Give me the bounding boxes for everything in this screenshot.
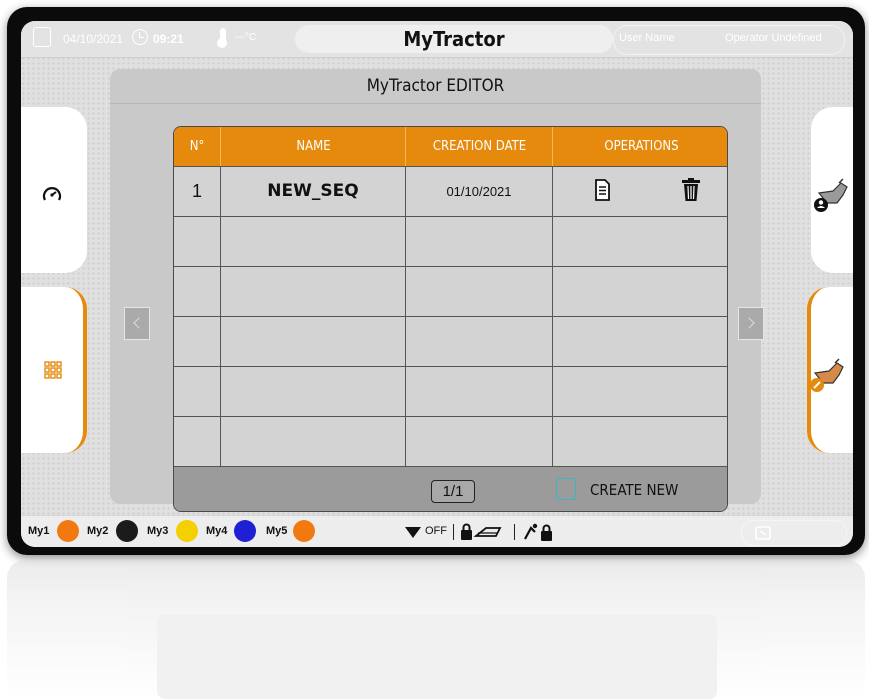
empty-cell (552, 267, 727, 316)
top-bar: 04/10/2021 09:21 ---°C MyTractor User Na… (21, 21, 853, 58)
empty-cell (174, 417, 220, 466)
table-row-empty[interactable] (174, 216, 727, 266)
connector-icon (755, 526, 771, 540)
reflection-panel (157, 614, 717, 699)
grid-icon (44, 361, 62, 379)
table-header: N° NAME CREATION DATE OPERATIONS (174, 127, 727, 166)
my2-label: My2 (87, 525, 109, 537)
empty-cell (552, 317, 727, 366)
page-indicator: 1/1 (431, 480, 475, 503)
speedometer-icon (42, 187, 62, 201)
empty-cell (405, 267, 552, 316)
empty-cell (220, 317, 405, 366)
my1-label: My1 (28, 525, 50, 537)
off-label: OFF (425, 525, 447, 537)
header-creation-date: CREATION DATE (405, 127, 553, 166)
bottom-bar: My1 My2 My3 My4 My5 OFF (21, 515, 853, 547)
tractor-edit-icon (810, 358, 844, 392)
separator (514, 524, 515, 540)
table-footer: 1/1 CREATE NEW (174, 466, 727, 511)
empty-cell (220, 217, 405, 266)
app-title: MyTractor (295, 25, 613, 53)
my4-label: My4 (206, 525, 228, 537)
empty-cell (405, 317, 552, 366)
editor-panel: MyTractor EDITOR N° NAME CREATION DATE O… (110, 69, 764, 512)
device-frame: 04/10/2021 09:21 ---°C MyTractor User Na… (7, 7, 865, 555)
row-number: 1 (191, 181, 202, 201)
empty-cell (552, 367, 727, 416)
row-name: NEW_SEQ (220, 167, 405, 216)
tractor-user-icon (814, 178, 848, 212)
empty-cell (552, 217, 727, 266)
time-label: 09:21 (153, 32, 184, 46)
chevron-right-icon (743, 317, 755, 329)
previous-page-button[interactable] (124, 307, 150, 340)
screen-reflection (7, 560, 865, 699)
table-row-empty[interactable] (174, 316, 727, 366)
create-new-icon[interactable] (556, 478, 576, 500)
status-box (741, 520, 847, 546)
empty-cell (174, 217, 220, 266)
table-row-empty[interactable] (174, 366, 727, 416)
table-row-empty[interactable] (174, 416, 727, 466)
lock-operator-icon (524, 523, 552, 541)
side-tab-grid[interactable] (21, 287, 87, 453)
my3-icon[interactable] (176, 520, 198, 542)
operator-label: Operator Undefined (725, 32, 822, 44)
empty-cell (405, 217, 552, 266)
header-operations: OPERATIONS (552, 127, 727, 166)
empty-cell (220, 267, 405, 316)
empty-cell (220, 417, 405, 466)
next-page-button[interactable] (738, 307, 764, 340)
side-tab-tractor-edit[interactable] (807, 287, 853, 453)
create-new-button[interactable]: CREATE NEW (590, 481, 678, 499)
empty-cell (552, 417, 727, 466)
thermometer-icon (217, 28, 227, 48)
header-name: NAME (220, 127, 406, 166)
empty-cell (220, 367, 405, 416)
my3-label: My3 (147, 525, 169, 537)
my5-icon[interactable] (293, 520, 315, 542)
row-date: 01/10/2021 (405, 167, 552, 216)
clock-icon (132, 29, 148, 45)
row-operations (552, 167, 727, 216)
sequence-table: N° NAME CREATION DATE OPERATIONS 1 NEW_S… (173, 126, 728, 512)
empty-cell (174, 367, 220, 416)
lock-hitch-icon (461, 523, 502, 540)
panel-title: MyTractor EDITOR (110, 69, 761, 104)
my5-label: My5 (266, 525, 288, 537)
empty-cell (174, 267, 220, 316)
side-tab-speedometer[interactable] (21, 107, 87, 273)
date-label: 04/10/2021 (63, 32, 124, 46)
copy-document-icon[interactable] (594, 179, 610, 201)
table-row[interactable]: 1 NEW_SEQ 01/10/2021 (174, 166, 727, 216)
my4-icon[interactable] (234, 520, 256, 542)
screen: 04/10/2021 09:21 ---°C MyTractor User Na… (21, 21, 853, 547)
header-number: N° (189, 139, 205, 154)
calendar-icon (33, 27, 51, 47)
temperature-label: ---°C (235, 32, 257, 43)
empty-cell (174, 317, 220, 366)
empty-cell (405, 417, 552, 466)
empty-cell (405, 367, 552, 416)
my1-icon[interactable] (57, 520, 79, 542)
chevron-left-icon (133, 317, 145, 329)
my2-icon[interactable] (116, 520, 138, 542)
trash-icon[interactable] (681, 178, 701, 202)
descend-icon (405, 527, 421, 538)
side-tab-tractor-user[interactable] (811, 107, 853, 273)
separator (453, 524, 454, 540)
user-name-label: User Name (619, 32, 675, 44)
table-row-empty[interactable] (174, 266, 727, 316)
